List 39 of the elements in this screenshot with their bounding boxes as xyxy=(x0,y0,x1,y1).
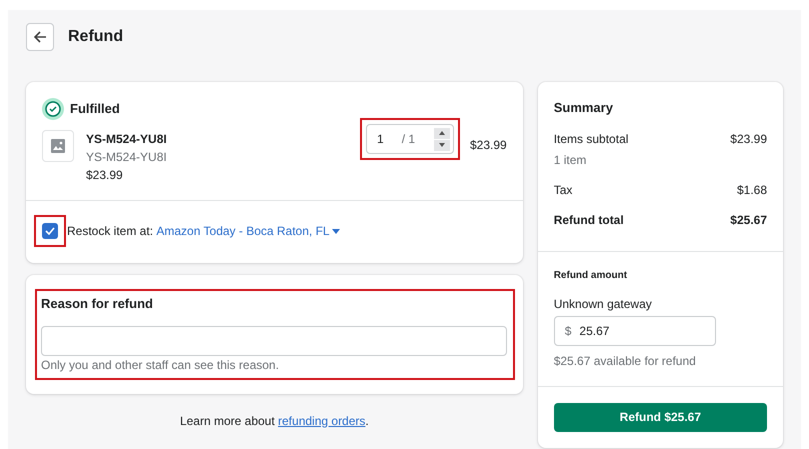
help-text: Only you and other staff can see this reason. xyxy=(41,356,280,374)
gateway-label: Unknown gateway xyxy=(554,296,653,312)
learn-more-text: Learn more about refunding orders. xyxy=(180,414,369,428)
product-title: YS-M524-YU8I xyxy=(86,131,168,148)
summary-value: $1.68 xyxy=(736,182,767,198)
restock-checkbox[interactable] xyxy=(42,223,58,239)
page-title: Refund xyxy=(68,27,124,47)
increment-icon[interactable] xyxy=(434,128,450,138)
reason-field[interactable] xyxy=(41,326,507,356)
summary-label: Refund total xyxy=(554,212,624,228)
checkmark-icon xyxy=(45,227,55,235)
back-button[interactable] xyxy=(26,23,54,51)
refund-button[interactable]: Refund $25.67 xyxy=(554,402,767,432)
summary-value: $23.99 xyxy=(730,130,767,148)
currency-symbol: $ xyxy=(564,322,572,340)
refunding-orders-link[interactable]: refunding orders xyxy=(278,414,366,428)
back-arrow-icon xyxy=(33,30,47,44)
available-note: $25.67 available for refund xyxy=(554,352,697,370)
location-dropdown[interactable]: Amazon Today - Boca Raton, FL xyxy=(156,222,340,240)
summary-value: $25.67 xyxy=(730,212,767,228)
quantity-field[interactable]: 1 / 1 xyxy=(366,124,454,154)
quantity-max: / 1 xyxy=(402,131,416,148)
check-circle-icon xyxy=(42,98,64,120)
decrement-icon[interactable] xyxy=(434,140,450,150)
amount-field[interactable]: $ 25.67 xyxy=(554,316,716,346)
caret-icon xyxy=(332,229,340,234)
summary-label: Items subtotal xyxy=(554,130,628,148)
product-price: $23.99 xyxy=(86,167,124,184)
summary-label: Tax xyxy=(554,182,572,198)
restock-label: Restock item at: xyxy=(67,223,154,240)
summary-title: Summary xyxy=(554,99,614,117)
status-label: Fulfilled xyxy=(70,100,120,118)
product-sku: YS-M524-YU8I xyxy=(86,149,168,166)
line-total: $23.99 xyxy=(470,137,507,154)
refund-amount-title: Refund amount xyxy=(554,268,628,282)
item-count: 1 item xyxy=(554,152,588,168)
amount-value: 25.67 xyxy=(579,322,610,340)
image-icon xyxy=(50,138,66,154)
section-title: Reason for refund xyxy=(41,295,154,313)
